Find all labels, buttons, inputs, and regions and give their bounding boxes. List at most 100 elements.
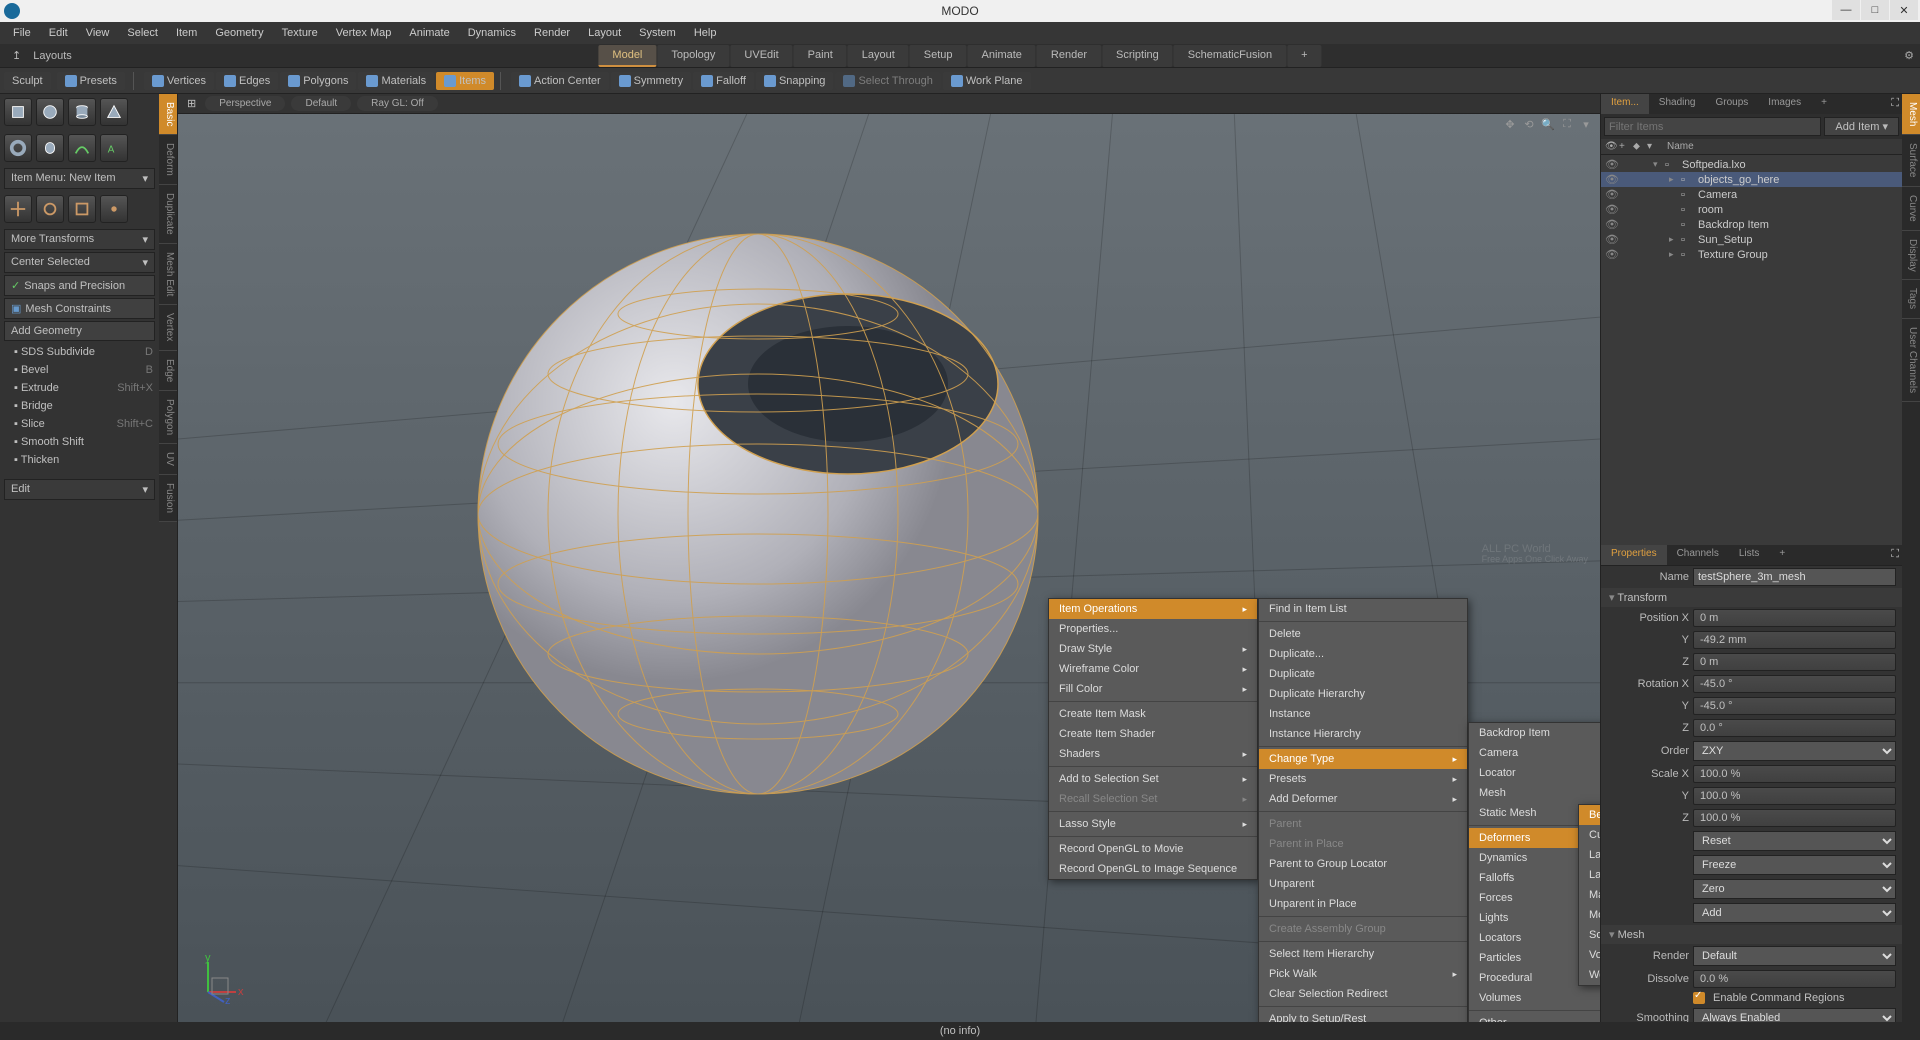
- sphere-mesh[interactable]: [468, 224, 1048, 804]
- left-vtab-duplicate[interactable]: Duplicate: [159, 185, 177, 244]
- tool-sds-subdivide[interactable]: ▪ SDS SubdivideD: [0, 343, 159, 361]
- menu-item-duplicate-hierarchy[interactable]: Duplicate Hierarchy: [1259, 684, 1467, 704]
- menu-item-fill-color[interactable]: Fill Color: [1049, 679, 1257, 699]
- toolbar-select-through[interactable]: Select Through: [835, 72, 940, 90]
- tool-thicken[interactable]: ▪ Thicken: [0, 451, 159, 469]
- menu-item-bend-effector[interactable]: Bend Effector: [1579, 805, 1600, 825]
- tool-extrude[interactable]: ▪ ExtrudeShift+X: [0, 379, 159, 397]
- menu-item-apply-to-setup-rest[interactable]: Apply to Setup/Rest: [1259, 1009, 1467, 1022]
- left-vtab-uv[interactable]: UV: [159, 444, 177, 475]
- menu-item-instance[interactable]: Instance: [1259, 704, 1467, 724]
- tab-properties[interactable]: Properties: [1601, 545, 1667, 565]
- panel-menu-icon[interactable]: ⛶: [1888, 94, 1902, 114]
- tab-lists[interactable]: Lists: [1729, 545, 1770, 565]
- menu-layout[interactable]: Layout: [579, 27, 630, 39]
- right-vtab-mesh[interactable]: Mesh: [1902, 94, 1920, 135]
- rot-y-field[interactable]: -45.0 °: [1693, 697, 1896, 715]
- layouts-dropdown[interactable]: Layouts: [27, 50, 78, 62]
- menu-item-add-to-selection-set[interactable]: Add to Selection Set: [1049, 769, 1257, 789]
- toolbar-falloff[interactable]: Falloff: [693, 72, 754, 90]
- right-vtab-surface[interactable]: Surface: [1902, 135, 1920, 186]
- menu-item-create-item-shader[interactable]: Create Item Shader: [1049, 724, 1257, 744]
- menu-item-instance-hierarchy[interactable]: Instance Hierarchy: [1259, 724, 1467, 744]
- menu-dynamics[interactable]: Dynamics: [459, 27, 525, 39]
- maximize-button[interactable]: □: [1861, 0, 1889, 20]
- menu-item-change-type[interactable]: Change Type: [1259, 749, 1467, 769]
- menu-item-other[interactable]: Other: [1469, 1013, 1600, 1022]
- menu-item-volumes[interactable]: Volumes: [1469, 988, 1600, 1008]
- center-selected-dropdown[interactable]: Center Selected▾: [4, 252, 155, 273]
- toolbar-work-plane[interactable]: Work Plane: [943, 72, 1031, 90]
- tab-plus[interactable]: +: [1811, 94, 1837, 114]
- add-item-button[interactable]: Add Item ▾: [1824, 117, 1899, 136]
- tool-bevel[interactable]: ▪ BevelB: [0, 361, 159, 379]
- view-raygl-tab[interactable]: Ray GL: Off: [357, 96, 438, 111]
- minimize-button[interactable]: —: [1832, 0, 1860, 20]
- tree-item-softpedia-lxo[interactable]: 👁▾▫Softpedia.lxo: [1601, 157, 1902, 172]
- menu-item-pick-walk[interactable]: Pick Walk: [1259, 964, 1467, 984]
- eye-column-icon[interactable]: 👁: [1605, 141, 1619, 152]
- toolbar-items[interactable]: Items: [436, 72, 494, 90]
- menu-system[interactable]: System: [630, 27, 685, 39]
- cone-primitive[interactable]: [100, 98, 128, 126]
- layout-tab-scripting[interactable]: Scripting: [1102, 45, 1173, 67]
- tree-item-texture-group[interactable]: 👁▸▫Texture Group: [1601, 247, 1902, 262]
- rotate-tool[interactable]: [36, 195, 64, 223]
- left-vtab-deform[interactable]: Deform: [159, 135, 177, 185]
- filter-items-input[interactable]: [1604, 117, 1821, 136]
- capsule-primitive[interactable]: [36, 134, 64, 162]
- toolbar-materials[interactable]: Materials: [358, 72, 434, 90]
- layout-tab-schematicfusion[interactable]: SchematicFusion: [1174, 45, 1286, 67]
- menu-item-shaders[interactable]: Shaders: [1049, 744, 1257, 764]
- menu-item-item-operations[interactable]: Item Operations: [1049, 599, 1257, 619]
- text-primitive[interactable]: A: [100, 134, 128, 162]
- tree-item-room[interactable]: 👁▫room: [1601, 202, 1902, 217]
- left-vtab-vertex[interactable]: Vertex: [159, 305, 177, 350]
- toolbar-vertices[interactable]: Vertices: [144, 72, 214, 90]
- add-select[interactable]: Add: [1693, 903, 1896, 923]
- tool-smooth-shift[interactable]: ▪ Smooth Shift: [0, 433, 159, 451]
- reset-select[interactable]: Reset: [1693, 831, 1896, 851]
- transform-section[interactable]: Transform: [1601, 588, 1902, 607]
- add-geometry-header[interactable]: Add Geometry: [4, 321, 155, 341]
- layout-tab-uvedit[interactable]: UVEdit: [730, 45, 792, 67]
- view-perspective-tab[interactable]: Perspective: [205, 96, 285, 111]
- left-vtab-polygon[interactable]: Polygon: [159, 391, 177, 444]
- smoothing-select[interactable]: Always Enabled: [1693, 1008, 1896, 1022]
- scale-x-field[interactable]: 100.0 %: [1693, 765, 1896, 783]
- tree-item-objects-go-here[interactable]: 👁▸▫objects_go_here: [1601, 172, 1902, 187]
- axis-gizmo[interactable]: x y z: [196, 954, 246, 1004]
- menu-item-wireframe-color[interactable]: Wireframe Color: [1049, 659, 1257, 679]
- menu-item-lag-effector[interactable]: Lag Effector: [1579, 845, 1600, 865]
- tab-images[interactable]: Images: [1758, 94, 1811, 114]
- move-tool[interactable]: [4, 195, 32, 223]
- menu-edit[interactable]: Edit: [40, 27, 77, 39]
- menu-item-soft-lag[interactable]: Soft Lag: [1579, 925, 1600, 945]
- menu-item-vortex-effector[interactable]: Vortex Effector: [1579, 945, 1600, 965]
- menu-item-weight-container[interactable]: Weight Container: [1579, 965, 1600, 985]
- menu-item-lasso-style[interactable]: Lasso Style: [1049, 814, 1257, 834]
- menu-item-camera[interactable]: Camera: [1469, 743, 1600, 763]
- left-vtab-basic[interactable]: Basic: [159, 94, 177, 135]
- settings-gear-icon[interactable]: ⚙: [1904, 49, 1914, 62]
- snaps-header[interactable]: ✓Snaps and Precision: [4, 275, 155, 296]
- layout-tab-add[interactable]: +: [1287, 45, 1321, 67]
- menu-item-lattice-effector[interactable]: Lattice Effector: [1579, 865, 1600, 885]
- menu-item-find-in-item-list[interactable]: Find in Item List: [1259, 599, 1467, 619]
- zero-select[interactable]: Zero: [1693, 879, 1896, 899]
- menu-item-locator[interactable]: Locator: [1469, 763, 1600, 783]
- left-vtab-edge[interactable]: Edge: [159, 351, 177, 391]
- menu-item-record-opengl-to-image-sequence[interactable]: Record OpenGL to Image Sequence: [1049, 859, 1257, 879]
- menu-item-unparent-in-place[interactable]: Unparent in Place: [1259, 894, 1467, 914]
- pos-x-field[interactable]: 0 m: [1693, 609, 1896, 627]
- right-vtab-display[interactable]: Display: [1902, 231, 1920, 281]
- layout-tab-setup[interactable]: Setup: [910, 45, 967, 67]
- toolbar-edges[interactable]: Edges: [216, 72, 278, 90]
- scale-tool[interactable]: [68, 195, 96, 223]
- menu-texture[interactable]: Texture: [273, 27, 327, 39]
- menu-animate[interactable]: Animate: [400, 27, 458, 39]
- menu-item-morph-influence[interactable]: Morph Influence: [1579, 905, 1600, 925]
- left-vtab-mesh-edit[interactable]: Mesh Edit: [159, 244, 177, 305]
- mesh-constraints-header[interactable]: ▣Mesh Constraints: [4, 298, 155, 319]
- name-field[interactable]: [1693, 568, 1896, 586]
